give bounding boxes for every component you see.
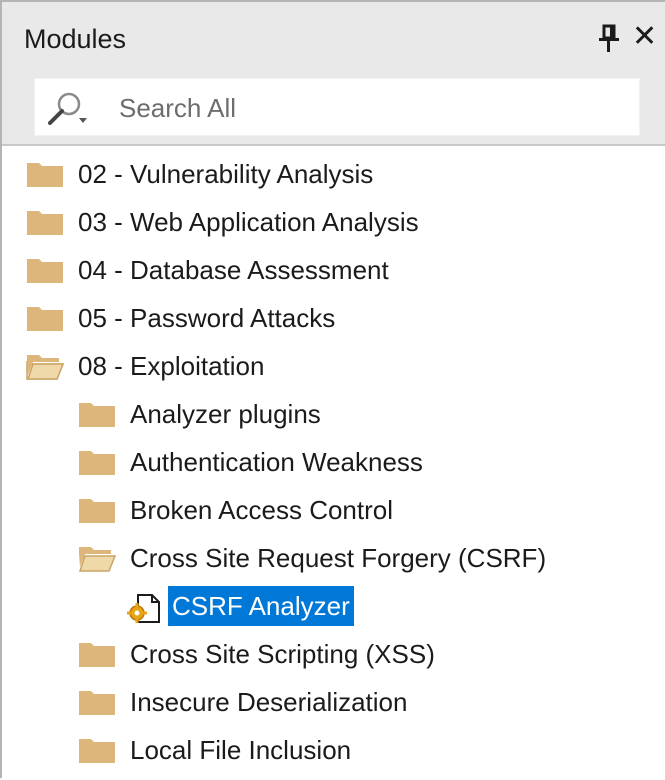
tree-item-csrf-analyzer[interactable]: CSRF Analyzer bbox=[126, 584, 354, 628]
folder-open-icon bbox=[26, 352, 65, 380]
folder-closed-icon bbox=[26, 256, 64, 284]
module-file-icon bbox=[126, 592, 164, 623]
tree-item-exploitation[interactable]: 08 - Exploitation bbox=[26, 344, 268, 388]
folder-closed-icon bbox=[78, 400, 116, 428]
search-bar bbox=[2, 74, 665, 144]
tree-item-password-attacks[interactable]: 05 - Password Attacks bbox=[26, 296, 339, 340]
folder-closed-icon bbox=[26, 160, 64, 188]
tree-item-analyzer-plugins[interactable]: Analyzer plugins bbox=[78, 392, 325, 436]
search-input[interactable] bbox=[119, 91, 619, 125]
panel-title: Modules bbox=[24, 24, 127, 54]
folder-closed-icon bbox=[78, 640, 116, 668]
tree-item-vulnerability-analysis[interactable]: 02 - Vulnerability Analysis bbox=[26, 152, 377, 196]
close-icon[interactable]: ✕ bbox=[632, 22, 662, 54]
tree-item-insecure-deserialization[interactable]: Insecure Deserialization bbox=[78, 680, 411, 724]
tree-item-label: 03 - Web Application Analysis bbox=[78, 207, 419, 237]
tree-item-label: CSRF Analyzer bbox=[168, 586, 354, 626]
tree-item-label: Cross Site Request Forgery (CSRF) bbox=[130, 543, 547, 573]
tree-item-label: Local File Inclusion bbox=[130, 735, 352, 765]
tree-item-xss[interactable]: Cross Site Scripting (XSS) bbox=[78, 632, 439, 676]
module-tree: 02 - Vulnerability Analysis 03 - Web App… bbox=[2, 148, 665, 780]
tree-item-label: Cross Site Scripting (XSS) bbox=[130, 639, 435, 669]
tree-item-label: Insecure Deserialization bbox=[130, 687, 408, 717]
pin-icon[interactable] bbox=[598, 24, 620, 54]
tree-item-broken-access-control[interactable]: Broken Access Control bbox=[78, 488, 397, 532]
tree-item-label: Authentication Weakness bbox=[130, 447, 423, 477]
folder-closed-icon bbox=[78, 688, 116, 716]
tree-item-label: Broken Access Control bbox=[130, 495, 394, 525]
tree-item-label: 08 - Exploitation bbox=[78, 351, 265, 381]
tree-item-authentication-weakness[interactable]: Authentication Weakness bbox=[78, 440, 427, 484]
tree-item-local-file-inclusion[interactable]: Local File Inclusion bbox=[78, 728, 355, 772]
folder-closed-icon bbox=[26, 304, 64, 332]
search-box[interactable] bbox=[34, 78, 640, 136]
tree-item-label: 02 - Vulnerability Analysis bbox=[78, 159, 374, 189]
tree-item-label: 05 - Password Attacks bbox=[78, 303, 336, 333]
tree-item-web-application-analysis[interactable]: 03 - Web Application Analysis bbox=[26, 200, 423, 244]
tree-item-csrf[interactable]: Cross Site Request Forgery (CSRF) bbox=[78, 536, 550, 580]
tree-item-label: 04 - Database Assessment bbox=[78, 255, 389, 285]
divider bbox=[2, 144, 665, 146]
folder-closed-icon bbox=[26, 208, 64, 236]
modules-panel: Modules ✕ Search All 02 - Vulnerability … bbox=[0, 0, 665, 778]
search-icon[interactable] bbox=[45, 89, 89, 129]
tree-item-label: Analyzer plugins bbox=[130, 399, 321, 429]
folder-closed-icon bbox=[78, 736, 116, 764]
folder-closed-icon bbox=[78, 496, 116, 524]
tree-item-database-assessment[interactable]: 04 - Database Assessment bbox=[26, 248, 393, 292]
folder-closed-icon bbox=[78, 448, 116, 476]
panel-header: Modules ✕ bbox=[2, 2, 665, 74]
folder-open-icon bbox=[78, 544, 117, 572]
